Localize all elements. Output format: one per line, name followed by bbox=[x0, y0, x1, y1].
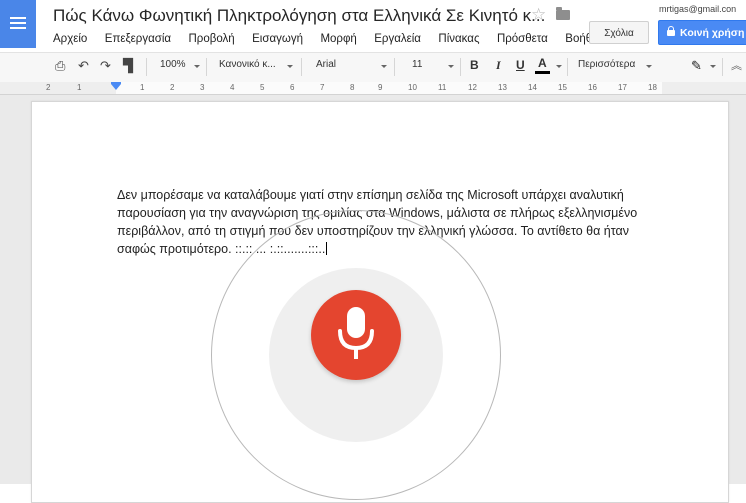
comments-button[interactable]: Σχόλια bbox=[589, 21, 649, 44]
ruler[interactable]: 2 1 1 2 3 4 5 6 7 8 9 10 11 12 13 14 15 … bbox=[0, 82, 746, 95]
ruler-number: 7 bbox=[320, 83, 325, 92]
zoom-select[interactable]: 100% bbox=[160, 59, 186, 70]
ruler-number: 8 bbox=[350, 83, 355, 92]
menu-addons[interactable]: Πρόσθετα bbox=[497, 33, 548, 45]
text-line: σαφώς προτιμότερο. ::.:: ... :.::.......… bbox=[117, 242, 326, 256]
redo-icon[interactable]: ↷ bbox=[100, 58, 111, 74]
ruler-number: 16 bbox=[588, 83, 597, 92]
ruler-number: 12 bbox=[468, 83, 477, 92]
undo-icon[interactable]: ↶ bbox=[78, 58, 89, 74]
toolbar: ⎙ ↶ ↷ ▜ 100% Κανονικό κ... Arial 11 B I … bbox=[0, 52, 746, 83]
text-color-button[interactable]: A bbox=[538, 56, 547, 70]
bold-button[interactable]: B bbox=[470, 58, 479, 72]
docs-header: Πώς Κάνω Φωνητική Πληκτρολόγηση στα Ελλη… bbox=[0, 0, 746, 50]
editing-mode-pen-icon[interactable]: ✎ bbox=[691, 58, 702, 74]
share-button-label: Κοινή χρήση bbox=[680, 27, 745, 39]
text-line-last: σαφώς προτιμότερο. ::.:: ... :.::.......… bbox=[117, 240, 657, 258]
ruler-number: 2 bbox=[170, 83, 175, 92]
ruler-number: 1 bbox=[140, 83, 145, 92]
ruler-number: 18 bbox=[648, 83, 657, 92]
document-title[interactable]: Πώς Κάνω Φωνητική Πληκτρολόγηση στα Ελλη… bbox=[53, 6, 545, 26]
ruler-number: 11 bbox=[438, 83, 447, 92]
microphone-icon bbox=[338, 307, 374, 359]
print-icon[interactable]: ⎙ bbox=[55, 58, 65, 74]
ruler-number: 14 bbox=[528, 83, 537, 92]
font-select[interactable]: Arial bbox=[316, 59, 336, 70]
style-select[interactable]: Κανονικό κ... bbox=[219, 59, 276, 70]
collapse-toolbar-icon[interactable]: ︽ bbox=[731, 57, 742, 73]
ruler-number: 4 bbox=[230, 83, 235, 92]
ruler-number: 9 bbox=[378, 83, 383, 92]
ruler-number: 15 bbox=[558, 83, 567, 92]
menu-file[interactable]: Αρχείο bbox=[53, 33, 87, 45]
share-button[interactable]: Κοινή χρήση bbox=[658, 20, 746, 45]
voice-typing-mic-button[interactable] bbox=[311, 290, 401, 380]
paint-format-icon[interactable]: ▜ bbox=[123, 58, 133, 74]
menu-view[interactable]: Προβολή bbox=[188, 33, 234, 45]
menu-tools[interactable]: Εργαλεία bbox=[374, 33, 421, 45]
ruler-number: 6 bbox=[290, 83, 295, 92]
ruler-number: 1 bbox=[77, 83, 82, 92]
document-body[interactable]: Δεν μπορέσαμε να καταλάβουμε γιατί στην … bbox=[117, 186, 657, 258]
menu-edit[interactable]: Επεξεργασία bbox=[105, 33, 171, 45]
left-indent-handle[interactable] bbox=[111, 84, 121, 90]
ruler-number: 3 bbox=[200, 83, 205, 92]
text-line: περιβάλλον, από τη στιγμή που δεν υποστη… bbox=[117, 224, 629, 238]
menu-insert[interactable]: Εισαγωγή bbox=[252, 33, 303, 45]
user-email[interactable]: mrtigas@gmail.con bbox=[659, 4, 736, 14]
ruler-number: 10 bbox=[408, 83, 417, 92]
ruler-number: 5 bbox=[260, 83, 265, 92]
ruler-number: 17 bbox=[618, 83, 627, 92]
ruler-number: 2 bbox=[46, 83, 51, 92]
menu-table[interactable]: Πίνακας bbox=[438, 33, 479, 45]
menu-bar: Αρχείο Επεξεργασία Προβολή Εισαγωγή Μορφ… bbox=[53, 29, 620, 45]
more-button[interactable]: Περισσότερα bbox=[578, 59, 635, 70]
docs-logo-icon[interactable] bbox=[0, 0, 36, 48]
ruler-number: 13 bbox=[498, 83, 507, 92]
text-color-swatch bbox=[535, 71, 550, 74]
text-line: Δεν μπορέσαμε να καταλάβουμε γιατί στην … bbox=[117, 188, 624, 202]
underline-button[interactable]: U bbox=[516, 58, 525, 72]
italic-button[interactable]: I bbox=[496, 58, 501, 73]
lock-icon bbox=[667, 26, 675, 36]
text-cursor bbox=[326, 242, 328, 255]
menu-format[interactable]: Μορφή bbox=[320, 33, 356, 45]
text-line: παρουσίαση για την αναγνώριση της ομιλία… bbox=[117, 206, 638, 220]
star-icon[interactable]: ☆ bbox=[531, 5, 546, 25]
folder-icon[interactable] bbox=[556, 7, 570, 20]
font-size-select[interactable]: 11 bbox=[412, 59, 422, 70]
